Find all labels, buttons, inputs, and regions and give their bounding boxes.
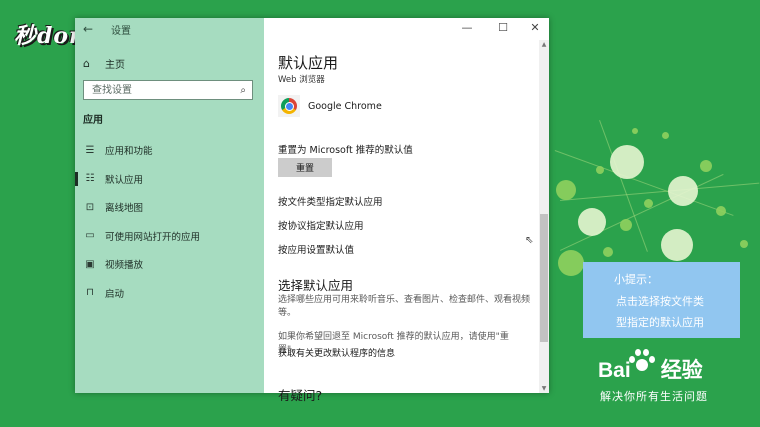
link-by-protocol[interactable]: 按协议指定默认应用 <box>278 218 364 232</box>
sidebar-item-label: 默认应用 <box>105 174 144 186</box>
sidebar-item-video-playback[interactable]: ▣ 视频播放 <box>75 250 264 279</box>
sidebar-home-label: 主页 <box>105 60 125 71</box>
video-icon: ▣ <box>85 258 95 270</box>
sidebar-list: ☰ 应用和功能 ☷ 默认应用 ⊡ 离线地图 ▭ 可使用网站打开的应用 ▣ 视频播… <box>75 136 264 307</box>
scroll-up-icon[interactable]: ▲ <box>539 41 549 48</box>
browser-name: Google Chrome <box>308 100 382 112</box>
default-apps-icon: ☷ <box>85 173 95 185</box>
scrollbar[interactable]: ▲ ▼ <box>539 40 549 393</box>
bg-dot <box>558 250 584 276</box>
sidebar-item-apps-for-websites[interactable]: ▭ 可使用网站打开的应用 <box>75 222 264 251</box>
bg-dot <box>556 180 576 200</box>
bg-dot <box>662 132 669 139</box>
sidebar-item-default-apps[interactable]: ☷ 默认应用 <box>75 165 264 194</box>
website-icon: ▭ <box>85 230 95 242</box>
baidu-name: Bai <box>598 359 631 382</box>
window-title: 设置 <box>111 26 131 37</box>
bg-dot <box>668 176 698 206</box>
bg-dot <box>740 240 748 248</box>
search-input[interactable] <box>90 83 234 97</box>
bg-dot <box>632 128 638 134</box>
home-icon: ⌂ <box>83 57 90 70</box>
sidebar-item-label: 可使用网站打开的应用 <box>105 231 201 243</box>
scroll-down-icon[interactable]: ▼ <box>539 385 549 392</box>
startup-icon: ⊓ <box>86 287 94 299</box>
web-browser-label: Web 浏览器 <box>278 75 325 85</box>
map-icon: ⊡ <box>85 201 95 213</box>
sidebar-home[interactable]: ⌂ 主页 <box>83 56 125 71</box>
sidebar-item-label: 应用和功能 <box>105 146 153 158</box>
tip-title: 小提示： <box>614 273 658 286</box>
bg-dot <box>716 206 726 216</box>
search-icon[interactable]: ⌕ <box>240 85 246 96</box>
choose-defaults-heading: 选择默认应用 <box>278 278 354 293</box>
tip-box: 小提示： 点击选择按文件类 型指定的默认应用 <box>583 262 740 338</box>
reset-label: 重置为 Microsoft 推荐的默认值 <box>278 145 413 156</box>
faq-heading: 有疑问? <box>278 388 323 403</box>
bg-dot <box>700 160 712 172</box>
main-content: 默认应用 Web 浏览器 Google Chrome 重置为 Microsoft… <box>278 18 535 403</box>
sidebar-item-label: 启动 <box>105 288 125 300</box>
page-title: 默认应用 <box>278 54 339 72</box>
list-icon: ☰ <box>85 144 95 156</box>
sidebar-item-startup[interactable]: ⊓ 启动 <box>75 279 264 308</box>
tip-line-2: 型指定的默认应用 <box>616 316 704 329</box>
reset-button[interactable]: 重置 <box>278 158 332 177</box>
sidebar-item-label: 离线地图 <box>105 203 144 215</box>
tip-line-1: 点击选择按文件类 <box>616 295 704 308</box>
scroll-thumb[interactable] <box>540 214 548 342</box>
mouse-cursor-icon: ⇖ <box>525 235 534 246</box>
bg-dot <box>661 229 693 261</box>
baidu-slogan: 解决你所有生活问题 <box>600 390 708 403</box>
sidebar: ← 设置 ⌂ 主页 ⌕ 应用 ☰ 应用和功能 ☷ 默认应用 ⊡ 离线地图 <box>75 18 264 393</box>
info-link[interactable]: 获取有关更改默认程序的信息 <box>278 346 395 359</box>
search-box: ⌕ <box>83 80 253 100</box>
link-by-app[interactable]: 按应用设置默认值 <box>278 242 354 256</box>
bg-dot <box>610 145 644 179</box>
sidebar-item-label: 视频播放 <box>105 260 144 272</box>
link-by-file-type[interactable]: 按文件类型指定默认应用 <box>278 194 383 208</box>
choose-defaults-description: 选择哪些应用可用来聆听音乐、查看图片、检查邮件、观看视频等。 <box>278 295 531 318</box>
default-browser-selector[interactable]: Google Chrome <box>278 95 382 117</box>
chrome-icon <box>278 95 300 117</box>
sidebar-item-offline-maps[interactable]: ⊡ 离线地图 <box>75 193 264 222</box>
baidu-logo: Bai 经验 解决你所有生活问题 <box>598 354 707 403</box>
sidebar-item-apps-features[interactable]: ☰ 应用和功能 <box>75 136 264 165</box>
back-icon[interactable]: ← <box>83 22 93 36</box>
sidebar-section-title: 应用 <box>83 115 103 126</box>
bg-dot <box>644 199 653 208</box>
bg-dot <box>596 166 604 174</box>
baidu-suffix: 经验 <box>660 359 703 382</box>
bg-dot <box>578 208 606 236</box>
bg-dot <box>603 247 613 257</box>
bg-dot <box>620 219 632 231</box>
settings-window: ← 设置 ⌂ 主页 ⌕ 应用 ☰ 应用和功能 ☷ 默认应用 ⊡ 离线地图 <box>75 18 549 403</box>
